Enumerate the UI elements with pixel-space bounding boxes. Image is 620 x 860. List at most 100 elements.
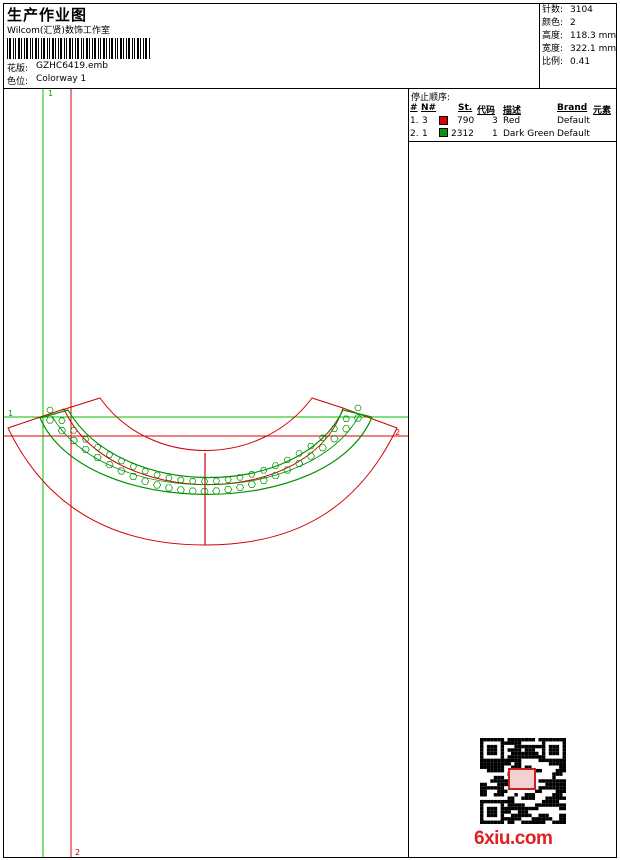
qr-module — [493, 810, 498, 814]
qr-module — [507, 796, 511, 800]
qr-module — [559, 803, 563, 807]
qr-module — [486, 786, 491, 790]
qr-module — [507, 762, 511, 766]
qr-module — [493, 806, 498, 811]
qr-module — [486, 768, 491, 773]
qr-module — [562, 748, 566, 752]
qr-module — [531, 748, 536, 752]
qr-module — [497, 775, 501, 780]
qr-module — [524, 793, 529, 797]
qr-module — [552, 793, 556, 797]
qr-module — [552, 751, 556, 756]
qr-module — [524, 796, 529, 800]
qr-module — [493, 820, 498, 824]
embroidery-drawing — [4, 89, 408, 857]
qr-module — [514, 751, 518, 756]
qr-module — [510, 758, 515, 763]
qr-module — [480, 817, 484, 821]
qr-module — [493, 799, 498, 804]
qr-module — [531, 744, 536, 749]
qr-module — [510, 803, 515, 807]
qr-module — [510, 796, 515, 800]
qr-module — [500, 741, 505, 745]
qr-module — [548, 738, 553, 742]
qr-module — [490, 806, 494, 811]
qr-module — [490, 820, 494, 824]
qr-module — [507, 738, 511, 742]
qr-module — [555, 799, 560, 804]
qr-module — [535, 803, 539, 807]
qr-module — [514, 803, 518, 807]
qr-module — [559, 779, 563, 783]
qr-module — [507, 758, 511, 763]
qr-module — [504, 762, 508, 766]
qr-module — [493, 786, 498, 790]
qr-module — [545, 817, 549, 821]
qr-module — [486, 810, 491, 814]
qr-module — [500, 779, 505, 783]
qr-module — [545, 779, 549, 783]
motif-hexagon — [153, 481, 162, 489]
qr-module — [480, 782, 484, 787]
qr-module — [480, 793, 484, 797]
qr-module — [504, 782, 508, 787]
motif-hexagon — [248, 471, 256, 478]
qr-module — [480, 762, 484, 766]
qr-module — [559, 765, 563, 769]
qr-module — [500, 748, 505, 752]
qr-module — [541, 738, 546, 742]
qr-module — [562, 782, 566, 787]
qr-module — [535, 817, 539, 821]
qr-module — [528, 751, 532, 756]
qr-module — [559, 806, 563, 811]
qr-module — [500, 789, 505, 794]
guide-label-h2: 2 — [395, 428, 401, 437]
qr-module — [538, 786, 542, 790]
qr-module — [552, 786, 556, 790]
qr-module — [483, 786, 487, 790]
qr-module — [559, 758, 563, 763]
qr-module — [483, 789, 487, 794]
seal-stamp — [508, 768, 536, 790]
qr-module — [538, 803, 542, 807]
qr-module — [500, 786, 505, 790]
qr-module — [500, 820, 505, 824]
qr-module — [507, 799, 511, 804]
motif-hexagon — [318, 444, 327, 452]
guide-label-v1: 1 — [48, 89, 54, 98]
qr-module — [555, 751, 560, 756]
qr-module — [562, 806, 566, 811]
qr-module — [562, 786, 566, 790]
qr-module — [552, 738, 556, 742]
motif-hexagon — [93, 444, 102, 451]
qr-module — [500, 810, 505, 814]
qr-module — [545, 738, 549, 742]
qr-module — [535, 820, 539, 824]
qr-module — [510, 738, 515, 742]
qr-module — [517, 803, 522, 807]
qr-module — [507, 748, 511, 752]
qr-module — [504, 806, 508, 811]
qr-module — [493, 758, 498, 763]
qr-module — [562, 758, 566, 763]
qr-module — [480, 744, 484, 749]
qr-module — [486, 820, 491, 824]
qr-module — [555, 782, 560, 787]
motif-hexagon — [117, 457, 126, 465]
qr-module — [548, 779, 553, 783]
qr-module — [548, 786, 553, 790]
qr-module — [493, 768, 498, 773]
qr-module — [552, 775, 556, 780]
qr-module — [559, 762, 563, 766]
motif-hexagon — [82, 436, 90, 443]
qr-module — [500, 775, 505, 780]
qr-module — [480, 755, 484, 759]
qr-module — [521, 744, 525, 749]
qr-module — [517, 817, 522, 821]
qr-module — [538, 755, 542, 759]
qr-module — [480, 820, 484, 824]
qr-module — [559, 789, 563, 794]
qr-module — [493, 779, 498, 783]
qr-module — [555, 803, 560, 807]
motif-hexagon — [141, 468, 149, 475]
